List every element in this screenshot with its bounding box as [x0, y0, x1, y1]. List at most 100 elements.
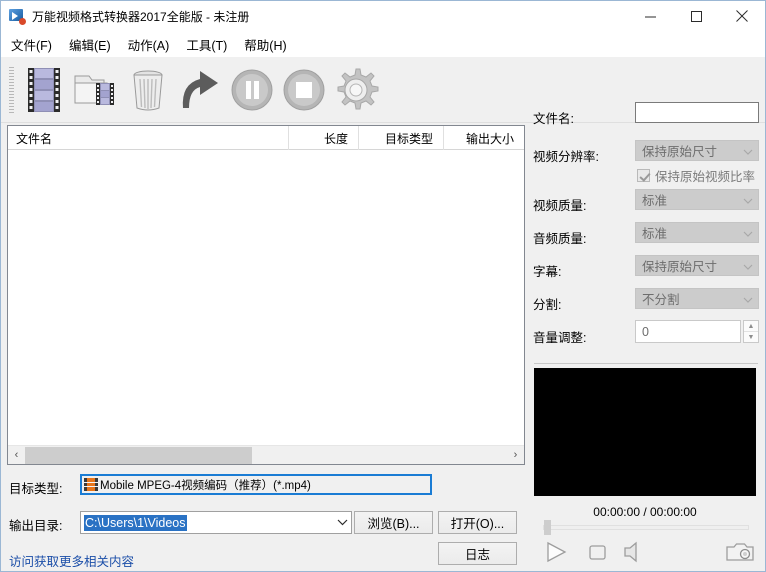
playback-controls: [534, 537, 760, 567]
stepper-up-icon[interactable]: ▲: [744, 321, 758, 332]
volume-value: 0: [642, 325, 649, 339]
chevron-down-icon: [743, 190, 753, 211]
checkbox-icon: [637, 169, 650, 182]
log-button[interactable]: 日志: [438, 542, 517, 565]
pause-button[interactable]: [226, 62, 278, 118]
column-target-type[interactable]: 目标类型: [359, 126, 444, 150]
chevron-down-icon: [743, 289, 753, 310]
menu-bar: 文件(F) 编辑(E) 动作(A) 工具(T) 帮助(H): [1, 31, 765, 57]
menu-edit[interactable]: 编辑(E): [69, 32, 120, 57]
scrollbar-track[interactable]: [25, 447, 507, 464]
open-folder-film-icon: [72, 66, 120, 114]
target-type-value: Mobile MPEG-4视频编码（推荐）(*.mp4): [100, 477, 311, 493]
settings-panel: 文件名: 视频分辨率: 保持原始尺寸 保持原始视频比率 视频质量: 标准 音频质…: [529, 96, 765, 366]
filename-value: [636, 103, 640, 117]
minimize-button[interactable]: [627, 1, 673, 31]
file-list-body[interactable]: [8, 150, 524, 443]
maximize-icon: [691, 11, 702, 22]
window-controls: [627, 1, 765, 31]
target-type-combo[interactable]: Mobile MPEG-4视频编码（推荐）(*.mp4): [80, 474, 432, 495]
film-strip-icon: [21, 66, 67, 114]
scroll-right-arrow[interactable]: ›: [507, 447, 524, 464]
stop-button[interactable]: [278, 62, 330, 118]
keep-ratio-checkbox[interactable]: 保持原始视频比率: [637, 166, 755, 185]
resolution-select[interactable]: 保持原始尺寸: [635, 140, 759, 161]
volume-stepper[interactable]: ▲ ▼: [743, 320, 759, 343]
file-list[interactable]: 文件名 长度 目标类型 输出大小 ‹ ›: [7, 125, 525, 465]
window-title: 万能视频格式转换器2017全能版 - 未注册: [32, 8, 249, 25]
open-button[interactable]: 打开(O)...: [438, 511, 517, 534]
chevron-down-icon: [743, 141, 753, 162]
file-list-header: 文件名 长度 目标类型 输出大小: [8, 126, 524, 150]
gear-icon: [332, 66, 380, 114]
mute-button[interactable]: [619, 537, 647, 567]
application-window: 万能视频格式转换器2017全能版 - 未注册 文件(F) 编辑(: [0, 0, 766, 572]
seek-bar-thumb[interactable]: [544, 520, 551, 535]
video-quality-value: 标准: [642, 190, 667, 209]
horizontal-scrollbar[interactable]: ‹ ›: [8, 445, 524, 464]
seek-bar-track[interactable]: [543, 525, 749, 530]
status-bar: [1, 567, 765, 571]
camera-icon: [724, 537, 758, 567]
time-display: 00:00:00 / 00:00:00: [534, 505, 756, 519]
preview-divider: [534, 363, 758, 364]
chevron-down-icon[interactable]: [333, 512, 351, 533]
output-dir-combo[interactable]: C:\Users\1\Videos: [80, 511, 352, 534]
target-type-label: 目标类型:: [9, 478, 62, 497]
volume-input[interactable]: 0: [635, 320, 741, 343]
filename-label: 文件名:: [533, 108, 574, 127]
menu-action[interactable]: 动作(A): [128, 32, 179, 57]
split-select[interactable]: 不分割: [635, 288, 759, 309]
output-dir-value: C:\Users\1\Videos: [84, 515, 187, 531]
scroll-left-arrow[interactable]: ‹: [8, 447, 25, 464]
split-label: 分割:: [533, 294, 561, 313]
subtitle-select[interactable]: 保持原始尺寸: [635, 255, 759, 276]
add-file-button[interactable]: [18, 62, 70, 118]
speaker-icon: [619, 537, 647, 567]
audio-quality-select[interactable]: 标准: [635, 222, 759, 243]
menu-file[interactable]: 文件(F): [11, 32, 61, 57]
menu-help[interactable]: 帮助(H): [244, 32, 295, 57]
convert-button[interactable]: [174, 62, 226, 118]
open-folder-button[interactable]: [70, 62, 122, 118]
stop-icon: [582, 537, 612, 567]
column-duration[interactable]: 长度: [289, 126, 359, 150]
resolution-label: 视频分辨率:: [533, 146, 599, 165]
snapshot-button[interactable]: [724, 537, 758, 567]
video-quality-label: 视频质量:: [533, 195, 586, 214]
keep-ratio-label: 保持原始视频比率: [655, 166, 755, 185]
browse-button[interactable]: 浏览(B)...: [354, 511, 433, 534]
close-button[interactable]: [719, 1, 765, 31]
play-icon: [540, 537, 570, 567]
toolbar-grip[interactable]: [9, 67, 14, 113]
menu-tools[interactable]: 工具(T): [186, 32, 236, 57]
stepper-down-icon[interactable]: ▼: [744, 332, 758, 342]
close-icon: [736, 10, 748, 22]
preview-stop-button[interactable]: [582, 537, 612, 567]
delete-button[interactable]: [122, 62, 174, 118]
video-preview[interactable]: [534, 368, 756, 496]
play-button[interactable]: [540, 537, 570, 567]
filename-input[interactable]: [635, 102, 759, 123]
output-dir-label: 输出目录:: [9, 515, 62, 534]
video-quality-select[interactable]: 标准: [635, 189, 759, 210]
resolution-value: 保持原始尺寸: [642, 141, 717, 160]
audio-quality-label: 音频质量:: [533, 228, 586, 247]
minimize-icon: [645, 11, 656, 22]
app-icon: [9, 8, 25, 24]
volume-label: 音量调整:: [533, 327, 586, 346]
subtitle-label: 字幕:: [533, 261, 561, 280]
column-output-size[interactable]: 输出大小: [444, 126, 524, 150]
pause-icon: [229, 67, 275, 113]
split-value: 不分割: [642, 289, 680, 308]
scrollbar-thumb[interactable]: [25, 447, 252, 464]
trash-can-icon: [126, 66, 170, 114]
column-filename[interactable]: 文件名: [8, 126, 289, 150]
chevron-down-icon: [743, 223, 753, 244]
maximize-button[interactable]: [673, 1, 719, 31]
stop-icon: [281, 67, 327, 113]
audio-quality-value: 标准: [642, 223, 667, 242]
settings-button[interactable]: [330, 62, 382, 118]
format-film-icon: [84, 478, 98, 491]
convert-arrow-icon: [176, 66, 224, 114]
